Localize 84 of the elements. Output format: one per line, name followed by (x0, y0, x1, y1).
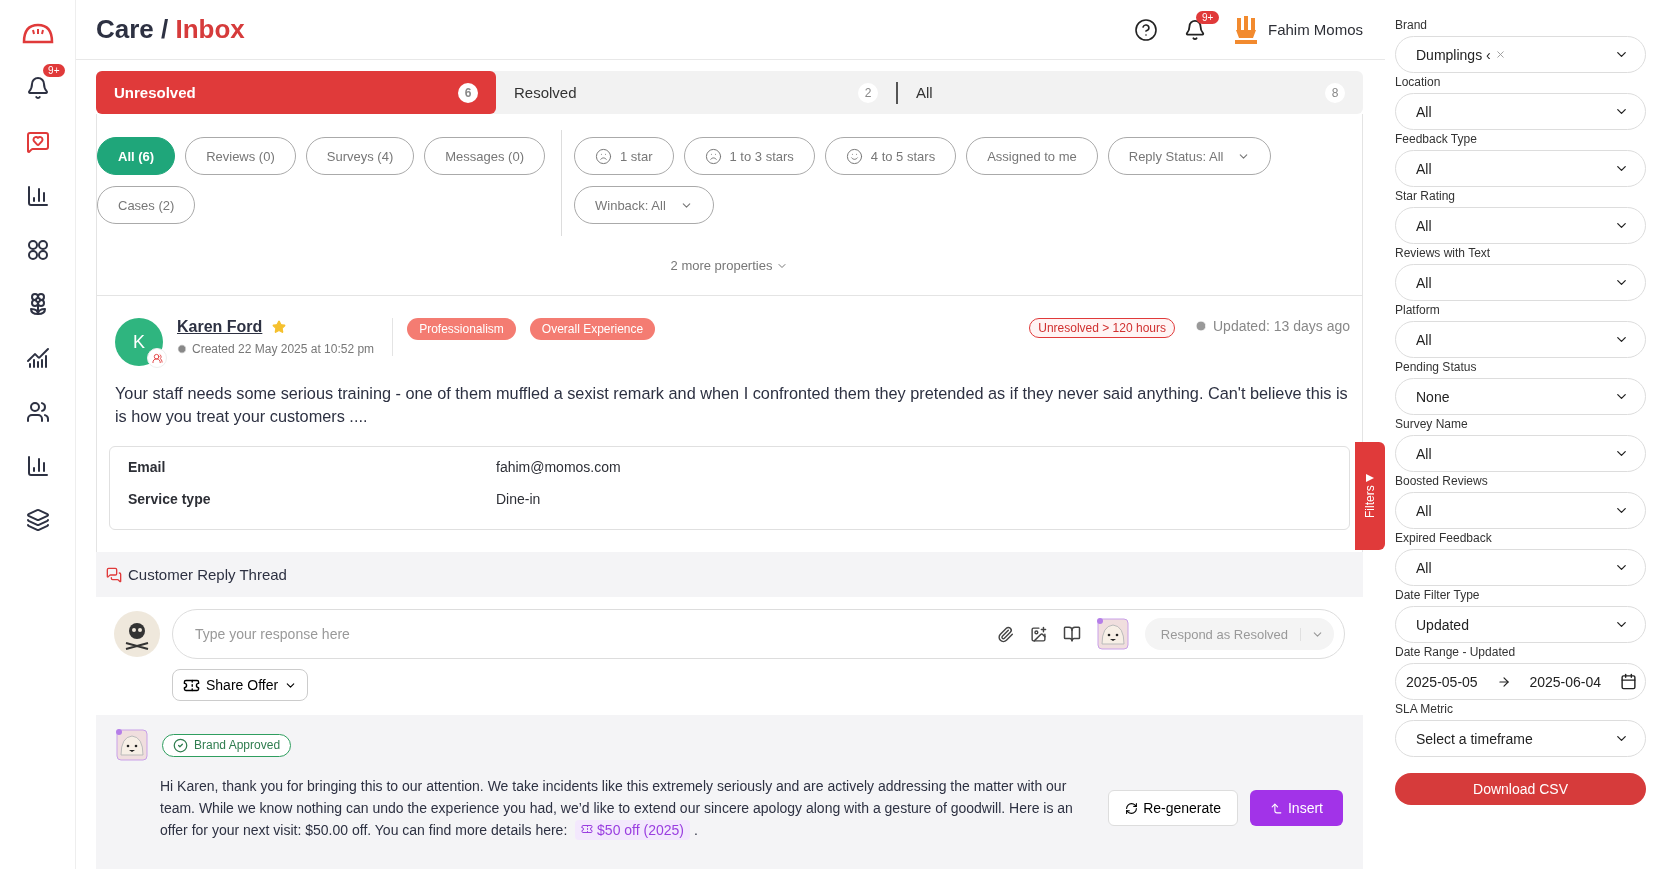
count-badge: 6 (458, 82, 478, 103)
ticket-icon (581, 823, 594, 835)
filter-label: Expired Feedback (1395, 531, 1493, 545)
bar-chart-icon[interactable] (25, 454, 50, 478)
filter-chip[interactable]: 1 to 3 stars (683, 137, 815, 175)
attachment-icon[interactable] (996, 625, 1014, 643)
filter-label: Platform (1395, 303, 1441, 317)
customer-name[interactable]: Karen Ford (177, 318, 263, 336)
suggested-reply: Hi Karen, thank you for bringing this to our attention. We take incidents like this extremely seriously and are actively addressing the matter with our team. While we know nothing can undo the experience you had, we’d like to extend our sincere apology along with a gesture of goodwill. Here is an offer for your next visit: $50.00 off. You can find more details here: $50 off (2025) . (160, 777, 1074, 841)
calendar-icon (1619, 673, 1637, 690)
customer-icon (151, 352, 163, 364)
filters-tab[interactable]: Filters (1355, 442, 1385, 550)
share-offer-button[interactable]: Share Offer (172, 669, 309, 701)
filter-dropdown[interactable]: Reply Status: All (1107, 137, 1272, 175)
help-icon[interactable] (1133, 17, 1158, 42)
logo-icon[interactable] (20, 22, 55, 46)
filter-label: Date Filter Type (1395, 588, 1481, 602)
filter-label: Brand (1395, 18, 1429, 32)
assistant-avatar-icon (1096, 618, 1129, 650)
type-filter-chip[interactable]: Surveys (4) (305, 137, 415, 175)
brand-logo-icon (114, 611, 160, 657)
count-badge: 2 (858, 82, 878, 103)
notification-badge: 9+ (43, 64, 65, 77)
filter-label: Star Rating (1395, 189, 1457, 203)
filter-label: Survey Name (1395, 417, 1469, 431)
category-tag: Professionalism (407, 318, 516, 340)
status-tab[interactable]: All 8 (898, 71, 1363, 114)
layers-icon[interactable] (25, 508, 50, 532)
detail-value: Dine-in (496, 491, 542, 507)
apps-icon[interactable] (26, 239, 49, 261)
category-tag: Overall Experience (529, 318, 656, 340)
created-date: Created 22 May 2025 at 10:52 pm (192, 342, 375, 356)
type-filter-chip[interactable]: Messages (0) (424, 137, 545, 175)
status-tab[interactable]: Resolved 2 (496, 71, 896, 114)
approved-badge: Brand Approved (162, 733, 292, 757)
users-icon[interactable] (25, 400, 50, 424)
smile-icon (845, 147, 863, 165)
type-filter-chip[interactable]: Cases (2) (97, 186, 196, 224)
insert-arrow-icon (1270, 801, 1283, 815)
detail-label: Service type (128, 491, 212, 507)
remove-icon[interactable] (1494, 49, 1506, 60)
filter-dropdown[interactable]: Winback: All (574, 186, 714, 224)
chat-icon (106, 566, 122, 583)
more-properties-link[interactable]: 2 more properties (670, 258, 789, 273)
sad-face-icon (704, 147, 722, 165)
filter-label: Date Range - Updated (1395, 645, 1517, 659)
book-icon[interactable] (1062, 625, 1081, 643)
check-circle-icon (173, 737, 188, 753)
caret-icon (1366, 473, 1374, 482)
detail-value: fahim@momos.com (496, 459, 622, 475)
review-text: Your staff needs some serious training - one of them muffled a sexist remark and when I confronted them they pretended as if they never said anything. Can't believe this is is how you treat your customers .... (115, 383, 1349, 427)
growth-chart-icon[interactable] (25, 346, 50, 370)
filter-label: Pending Status (1395, 360, 1478, 374)
page-title: Care / Inbox (96, 14, 246, 45)
add-image-icon[interactable] (1029, 625, 1047, 643)
bar-chart-icon[interactable] (25, 184, 50, 208)
type-filter-chip[interactable]: Reviews (0) (185, 137, 296, 175)
updated-time: Updated: 13 days ago (1213, 318, 1350, 334)
clock-icon (1195, 320, 1207, 332)
download-csv-button[interactable]: Download CSV (1395, 773, 1646, 805)
status-tab[interactable]: Unresolved 6 (96, 71, 496, 114)
notification-badge: 9+ (1195, 10, 1220, 24)
detail-label: Email (128, 459, 167, 475)
thread-title: Customer Reply Thread (128, 566, 287, 583)
filter-label: Boosted Reviews (1395, 474, 1489, 488)
refresh-icon (1125, 801, 1139, 815)
filter-label: Reviews with Text (1395, 246, 1492, 260)
filter-label: Location (1395, 75, 1442, 89)
filter-label: Feedback Type (1395, 132, 1478, 146)
regenerate-button[interactable]: Re-generate (1108, 790, 1238, 826)
filter-chip[interactable]: Assigned to me (966, 137, 1098, 175)
count-badge: 8 (1325, 82, 1345, 103)
filter-label: SLA Metric (1395, 702, 1455, 716)
insert-button[interactable]: Insert (1250, 790, 1343, 826)
user-name[interactable]: Fahim Momos (1267, 21, 1363, 38)
clock-icon (177, 344, 187, 354)
filter-chip[interactable]: 1 star (574, 137, 674, 175)
sad-face-icon (595, 147, 612, 165)
sla-badge: Unresolved > 120 hours (1029, 318, 1175, 338)
assistant-avatar-icon (116, 729, 148, 761)
feedback-icon[interactable] (25, 130, 50, 154)
filter-chip[interactable]: 4 to 5 stars (824, 137, 957, 175)
offer-link[interactable]: $50 off (2025) (575, 820, 690, 840)
bell-icon[interactable] (25, 76, 50, 100)
